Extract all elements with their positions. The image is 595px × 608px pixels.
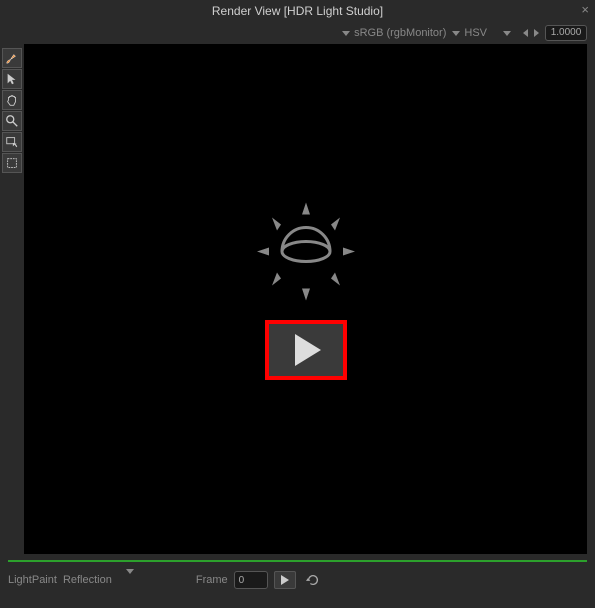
frame-label: Frame — [196, 574, 228, 586]
zoom-field[interactable]: 1.0000 — [545, 25, 587, 41]
play-render-button[interactable] — [265, 320, 347, 380]
region-tool[interactable] — [2, 132, 22, 152]
main-area — [0, 44, 595, 554]
step-forward-icon[interactable] — [534, 29, 539, 37]
window-title: Render View [HDR Light Studio] — [212, 4, 383, 18]
play-button[interactable] — [274, 571, 296, 589]
hdr-sun-icon — [251, 197, 361, 310]
colorspace-label: sRGB (rgbMonitor) — [354, 27, 446, 39]
refresh-button[interactable] — [302, 571, 324, 589]
top-toolbar: sRGB (rgbMonitor) HSV 1.0000 — [0, 22, 595, 44]
lightpaint-mode-dropdown[interactable]: Reflection — [63, 574, 134, 586]
pointer-tool[interactable] — [2, 69, 22, 89]
close-icon[interactable]: × — [581, 2, 589, 17]
brush-tool[interactable] — [2, 48, 22, 68]
bottom-bar: LightPaint Reflection Frame — [0, 568, 595, 592]
pan-tool[interactable] — [2, 90, 22, 110]
play-icon — [295, 334, 321, 366]
progress-bar — [8, 560, 587, 562]
colormodel-dropdown[interactable]: HSV — [452, 27, 487, 39]
frame-input[interactable] — [234, 571, 268, 589]
lightpaint-label: LightPaint — [8, 574, 57, 586]
chevron-down-icon[interactable] — [503, 31, 511, 36]
colorspace-dropdown[interactable]: sRGB (rgbMonitor) — [342, 27, 446, 39]
crop-tool[interactable] — [2, 153, 22, 173]
play-icon — [281, 575, 289, 585]
chevron-down-icon — [342, 31, 350, 36]
lightpaint-mode-value: Reflection — [63, 574, 112, 586]
left-toolbar — [0, 44, 24, 554]
render-viewport[interactable] — [24, 44, 587, 554]
chevron-down-icon — [126, 569, 134, 586]
zoom-tool[interactable] — [2, 111, 22, 131]
step-back-icon[interactable] — [523, 29, 528, 37]
titlebar: Render View [HDR Light Studio] × — [0, 0, 595, 22]
chevron-down-icon — [452, 31, 460, 36]
colormodel-label: HSV — [464, 27, 487, 39]
